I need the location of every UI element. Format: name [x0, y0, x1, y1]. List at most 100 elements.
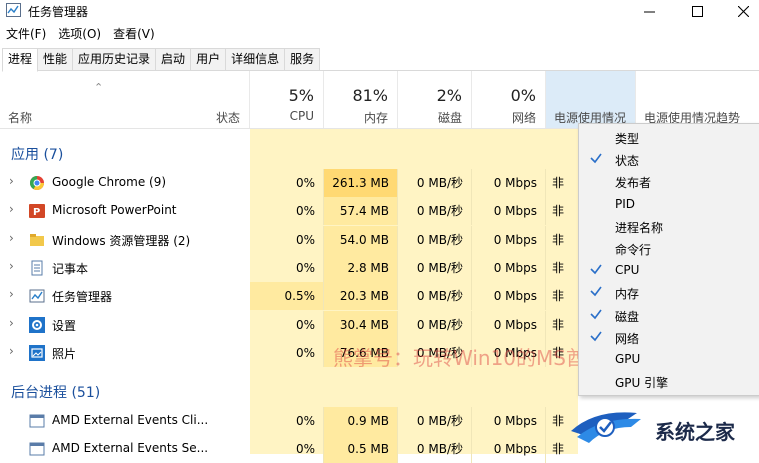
menu-options[interactable]: 选项(O)	[52, 24, 107, 44]
column-disk[interactable]: 2% 磁盘	[398, 71, 472, 128]
disk-cell: 0 MB/秒	[398, 225, 472, 254]
memory-cell: 57.4 MB	[324, 197, 398, 226]
disk-cell: 0 MB/秒	[398, 282, 472, 311]
cpu-cell: 0%	[250, 197, 324, 226]
network-cell: 0 Mbps	[472, 253, 546, 282]
menu-item-column-6[interactable]: CPU	[579, 259, 759, 281]
menu-item-label: PID	[615, 196, 636, 211]
menu-bar: 文件(F) 选项(O) 查看(V)	[0, 24, 161, 44]
tab-services[interactable]: 服务	[284, 48, 321, 70]
explorer-icon	[30, 233, 44, 246]
expand-chevron-icon[interactable]: ›	[9, 259, 14, 273]
notepad-icon	[31, 260, 43, 276]
menu-file[interactable]: 文件(F)	[0, 24, 52, 44]
network-cell: 0 Mbps	[472, 282, 546, 311]
tab-processes[interactable]: 进程	[2, 48, 39, 72]
tab-app-history[interactable]: 应用历史记录	[72, 48, 157, 70]
power-cell: 非常	[552, 317, 565, 332]
menu-item-column-10[interactable]: GPU	[579, 348, 759, 370]
memory-cell: 0.5 MB	[324, 435, 398, 463]
tab-details[interactable]: 详细信息	[225, 48, 286, 70]
column-header: ⌃ 名称 状态 5% CPU 81% 内存 2% 磁盘 0% 网络 电源使用情况 电源使…	[0, 71, 759, 129]
menu-item-column-7[interactable]: 内存	[579, 281, 759, 303]
expand-chevron-icon[interactable]: ›	[9, 231, 14, 245]
menu-item-column-3[interactable]: PID	[579, 193, 759, 215]
cpu-cell: 0%	[250, 338, 324, 367]
memory-cell: 30.4 MB	[324, 310, 398, 339]
memory-cell: 261.3 MB	[324, 169, 398, 197]
menu-item-column-11[interactable]: GPU 引擎	[579, 370, 759, 392]
menu-item-column-5[interactable]: 命令行	[579, 237, 759, 259]
column-cpu[interactable]: 5% CPU	[250, 71, 324, 128]
disk-cell: 0 MB/秒	[398, 407, 472, 435]
maximize-button[interactable]	[675, 0, 719, 22]
check-icon	[590, 286, 602, 297]
expand-chevron-icon[interactable]: ›	[9, 316, 14, 330]
menu-item-column-8[interactable]: 磁盘	[579, 304, 759, 326]
chrome-icon	[30, 176, 44, 190]
column-network[interactable]: 0% 网络	[472, 71, 546, 128]
menu-item-column-1[interactable]: 状态	[579, 148, 759, 170]
menu-item-column-9[interactable]: 网络	[579, 326, 759, 348]
column-memory[interactable]: 81% 内存	[324, 71, 398, 128]
brand-name: 系统之家	[655, 420, 735, 444]
menu-item-label: 类型	[615, 132, 640, 146]
group-background[interactable]: 后台进程 (51)	[11, 382, 100, 402]
network-cell: 0 Mbps	[472, 310, 546, 339]
expand-chevron-icon[interactable]: ›	[9, 202, 14, 216]
disk-cell: 0 MB/秒	[398, 197, 472, 226]
disk-cell: 0 MB/秒	[398, 310, 472, 339]
column-status[interactable]: 状态	[210, 71, 250, 128]
watermark-text: 熊掌号：玩转Win10的MS酋长	[333, 346, 606, 370]
check-icon	[590, 264, 602, 275]
tab-bar: 进程 性能 应用历史记录 启动 用户 详细信息 服务	[2, 48, 759, 72]
network-cell: 0 Mbps	[472, 407, 546, 435]
power-cell: 非常	[552, 260, 565, 275]
process-name: 设置	[52, 318, 77, 333]
amd-icon	[29, 414, 45, 428]
minimize-button[interactable]	[627, 0, 671, 22]
tab-performance[interactable]: 性能	[37, 48, 74, 70]
menu-item-label: 内存	[615, 287, 640, 302]
column-power[interactable]: 电源使用情况	[546, 71, 636, 128]
menu-item-label: 状态	[615, 154, 640, 169]
menu-item-column-4[interactable]: 进程名称	[579, 215, 759, 237]
column-context-menu: 类型状态 发布者 PID 进程名称命令行 CPU 内存磁盘 网络 GPU GPU 引擎	[578, 123, 759, 396]
cpu-cell: 0%	[250, 253, 324, 282]
tab-startup[interactable]: 启动	[155, 48, 192, 70]
disk-cell: 0 MB/秒	[398, 253, 472, 282]
cpu-cell: 0%	[250, 225, 324, 254]
column-name[interactable]: 名称	[0, 71, 210, 128]
memory-cell: 2.8 MB	[324, 253, 398, 282]
power-cell: 非常	[552, 289, 565, 304]
task-manager-icon	[29, 289, 45, 303]
cpu-cell: 0%	[250, 169, 324, 197]
check-icon	[590, 309, 602, 319]
menu-item-label: CPU	[615, 263, 640, 278]
close-button[interactable]	[721, 0, 759, 22]
menu-item-label: 命令行	[615, 243, 652, 257]
amd-icon	[29, 442, 45, 456]
network-cell: 0 Mbps	[472, 197, 546, 226]
menu-item-column-0[interactable]: 类型	[579, 126, 759, 148]
cpu-cell: 0%	[250, 407, 324, 435]
menu-view[interactable]: 查看(V)	[107, 24, 161, 44]
menu-item-column-2[interactable]: 发布者	[579, 170, 759, 192]
column-power-trend[interactable]: 电源使用情况趋势	[636, 71, 759, 128]
network-cell: 0 Mbps	[472, 225, 546, 254]
cpu-cell: 0%	[250, 310, 324, 339]
window-title: 任务管理器	[28, 5, 89, 19]
network-cell: 0 Mbps	[472, 435, 546, 463]
expand-chevron-icon[interactable]: ›	[9, 344, 14, 358]
process-name: 照片	[52, 346, 77, 361]
tab-users[interactable]: 用户	[190, 48, 227, 70]
expand-chevron-icon[interactable]: ›	[9, 287, 14, 301]
check-icon	[590, 331, 602, 342]
process-name: Windows 资源管理器 (2)	[52, 233, 191, 248]
title-bar: 任务管理器	[0, 0, 759, 22]
process-name: AMD External Events Cli...	[52, 413, 209, 427]
group-apps[interactable]: 应用 (7)	[11, 144, 63, 164]
expand-chevron-icon[interactable]: ›	[9, 174, 14, 188]
power-cell: 非常	[552, 232, 565, 247]
cpu-cell: 0%	[250, 435, 324, 463]
